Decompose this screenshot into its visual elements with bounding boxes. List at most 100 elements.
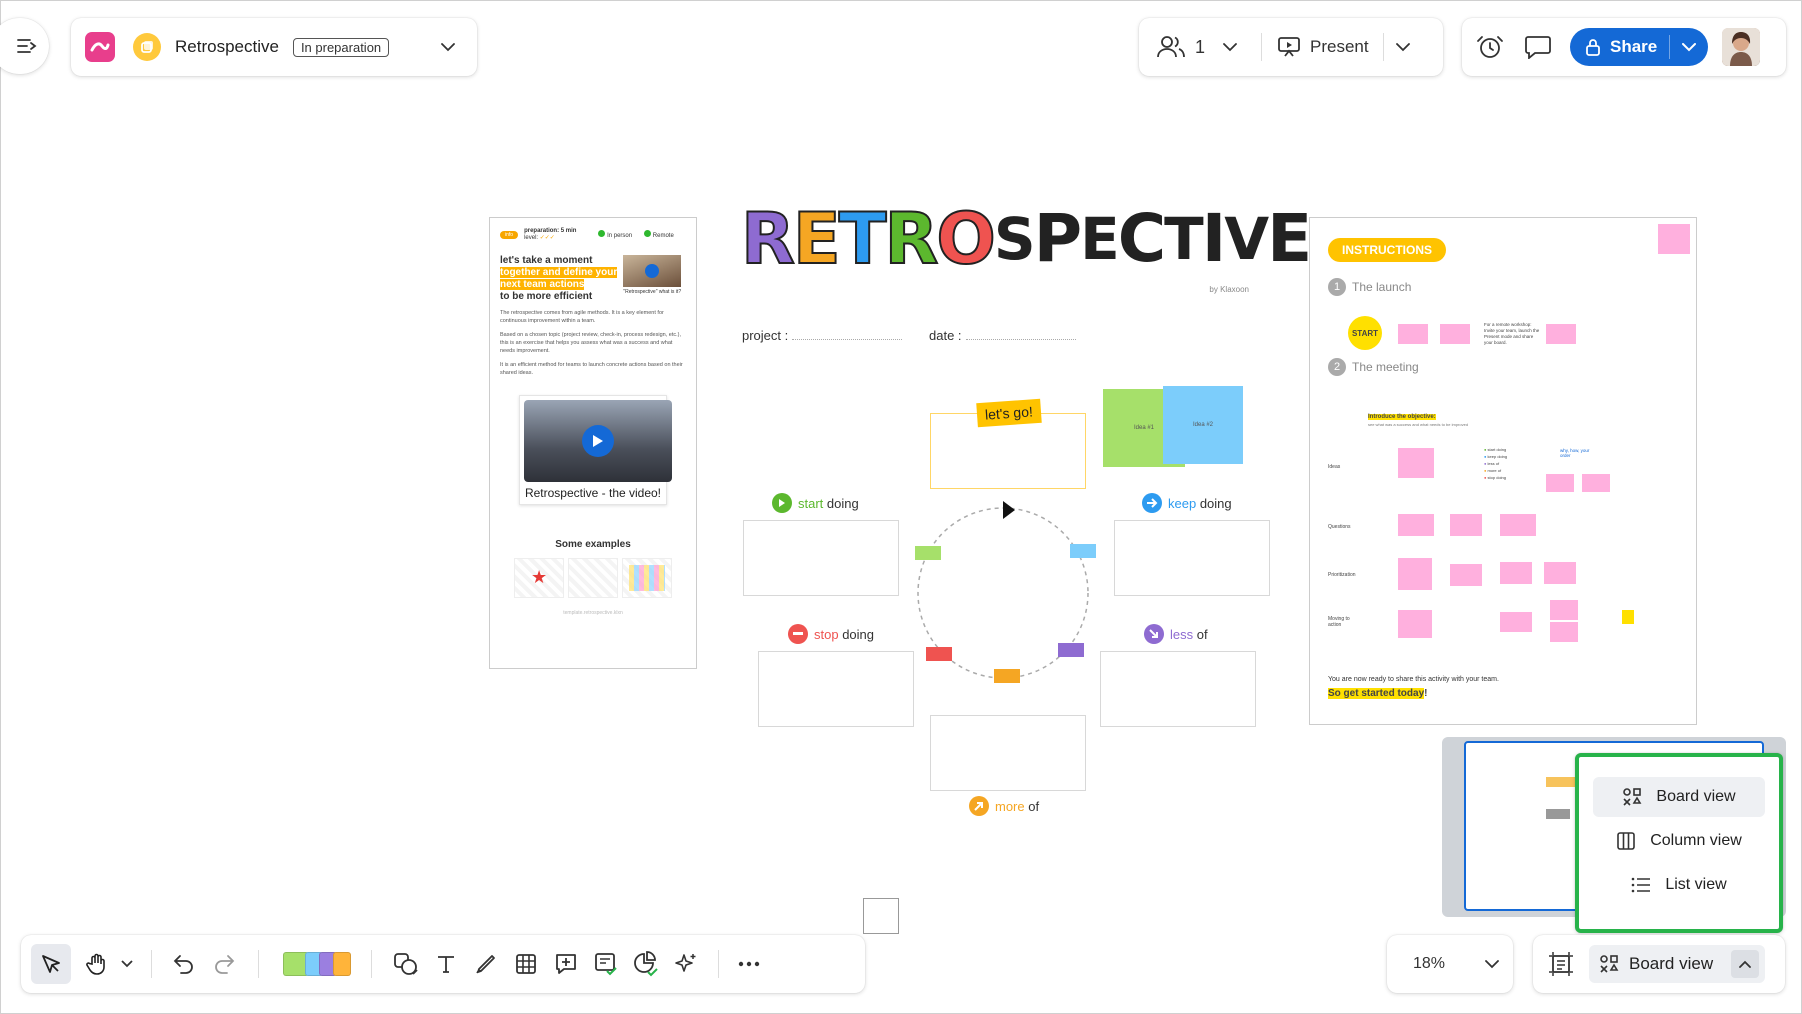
row-label: Ideas: [1328, 464, 1341, 470]
comments-button[interactable]: [1520, 29, 1556, 65]
ready-text: You are now ready to share this activity…: [1328, 676, 1499, 683]
note-sticky[interactable]: [1544, 562, 1576, 584]
mini-video-thumb[interactable]: "Retrospective" what is it?: [623, 255, 682, 303]
present-button[interactable]: Present: [1278, 37, 1369, 57]
note-sticky[interactable]: [1546, 474, 1574, 492]
board-status-tag[interactable]: In preparation: [292, 37, 390, 57]
note-sticky[interactable]: [1398, 448, 1434, 478]
quadrant-rest: of: [1196, 626, 1208, 642]
mini-sticky[interactable]: [1070, 544, 1096, 558]
participants-button[interactable]: 1: [1151, 35, 1243, 59]
example-thumbnail[interactable]: [568, 558, 618, 598]
idea-text: Idea #1: [1133, 425, 1155, 431]
play-button[interactable]: [582, 425, 614, 457]
logo-letter: E: [1267, 200, 1312, 277]
shapes-tool-button[interactable]: [386, 944, 426, 984]
user-avatar[interactable]: [1722, 28, 1761, 66]
note-sticky[interactable]: [1398, 610, 1432, 638]
activity-tool-button[interactable]: [626, 944, 666, 984]
check-icon: [644, 230, 652, 237]
in-person-badge: In person: [598, 230, 632, 239]
present-options-button[interactable]: [1395, 42, 1410, 52]
timer-button[interactable]: [1472, 29, 1508, 65]
less-of-box[interactable]: [1100, 651, 1256, 727]
pointer-icon: [42, 955, 60, 973]
column-view-icon: [1616, 831, 1636, 851]
instructions-card[interactable]: INSTRUCTIONS 1 The launch START For a re…: [1309, 217, 1697, 725]
redo-button[interactable]: [204, 944, 244, 984]
level-label: level:: [524, 235, 539, 241]
lock-icon: [1586, 39, 1600, 56]
hand-tool-options-button[interactable]: [117, 944, 137, 984]
option-label: List view: [1665, 876, 1727, 893]
step-label: The meeting: [1352, 360, 1419, 374]
share-options-button[interactable]: [1670, 28, 1708, 66]
klaxoon-logo[interactable]: [85, 32, 115, 62]
fit-to-screen-button[interactable]: [1543, 946, 1579, 982]
more-tools-button[interactable]: [729, 944, 769, 984]
chevron-down-icon: [1485, 959, 1499, 968]
retrospective-logo[interactable]: RETROSPECTIVE by Klaxoon: [740, 203, 1312, 294]
card-footer: template.retrospective.klxn: [563, 610, 623, 616]
note-sticky[interactable]: [1500, 514, 1536, 536]
selection-square[interactable]: [863, 898, 899, 934]
select-tool-button[interactable]: [31, 944, 71, 984]
board-view-option[interactable]: Board view: [1593, 777, 1765, 817]
workspace-badge[interactable]: [133, 33, 161, 61]
vote-tool-button[interactable]: [586, 944, 626, 984]
board-options-button[interactable]: [433, 32, 463, 62]
row-label: Prioritization: [1328, 572, 1356, 578]
sticky-notes-tool-button[interactable]: [277, 944, 357, 984]
note-sticky[interactable]: [1398, 514, 1434, 536]
table-tool-button[interactable]: [506, 944, 546, 984]
stop-doing-box[interactable]: [758, 651, 914, 727]
view-mode-toggle[interactable]: [1731, 950, 1760, 978]
note-sticky[interactable]: [1500, 562, 1532, 584]
share-button[interactable]: Share: [1570, 28, 1669, 66]
note-sticky[interactable]: [1440, 324, 1470, 344]
note-sticky[interactable]: [1398, 558, 1432, 590]
note-sticky[interactable]: [1550, 600, 1578, 620]
ai-tool-button[interactable]: [666, 944, 706, 984]
mini-sticky[interactable]: [915, 546, 941, 560]
mini-sticky[interactable]: [926, 647, 952, 661]
intro-card[interactable]: info preparation: 5 min level: ✓✓✓ In per…: [489, 217, 697, 669]
intro-paragraph: Based on a chosen topic (project review,…: [500, 332, 681, 354]
video-card[interactable]: Retrospective - the video!: [519, 395, 672, 505]
row-label: Questions: [1328, 524, 1351, 530]
board-title[interactable]: Retrospective: [175, 37, 279, 57]
example-thumbnail[interactable]: ★: [514, 558, 564, 598]
start-doing-box[interactable]: [743, 520, 899, 596]
note-sticky[interactable]: [1450, 564, 1482, 586]
date-field[interactable]: date :: [929, 328, 1076, 343]
keep-doing-box[interactable]: [1114, 520, 1270, 596]
note-sticky[interactable]: [1398, 324, 1428, 344]
undo-button[interactable]: [164, 944, 204, 984]
note-sticky[interactable]: [1658, 224, 1690, 254]
more-of-box[interactable]: [930, 715, 1086, 791]
examples-title: Some examples: [555, 539, 631, 550]
note-sticky[interactable]: [1500, 612, 1532, 632]
example-thumbnail[interactable]: [622, 558, 672, 598]
sidebar-toggle-button[interactable]: [0, 18, 49, 74]
note-sticky[interactable]: [1450, 514, 1482, 536]
comment-tool-button[interactable]: [546, 944, 586, 984]
pen-tool-button[interactable]: [466, 944, 506, 984]
text-tool-button[interactable]: [426, 944, 466, 984]
note-sticky[interactable]: [1546, 324, 1576, 344]
column-view-option[interactable]: Column view: [1593, 821, 1765, 861]
avatar-sticker[interactable]: [1622, 610, 1634, 624]
note-sticky[interactable]: [1582, 474, 1610, 492]
zoom-control[interactable]: 18%: [1387, 935, 1513, 993]
project-field[interactable]: project :: [742, 328, 903, 343]
hand-tool-button[interactable]: [77, 944, 117, 984]
view-mode-button[interactable]: Board view: [1589, 945, 1766, 983]
mini-sticky[interactable]: [994, 669, 1020, 683]
note-sticky[interactable]: [1550, 622, 1578, 642]
idea-sticky[interactable]: Idea #2: [1163, 386, 1243, 464]
lets-go-label[interactable]: let's go!: [976, 398, 1042, 428]
quadrant-accent: keep: [1168, 495, 1197, 511]
list-view-option[interactable]: List view: [1593, 865, 1765, 905]
launch-note: For a remote workshop: Invite your team,…: [1484, 322, 1540, 345]
mini-sticky[interactable]: [1058, 643, 1084, 657]
